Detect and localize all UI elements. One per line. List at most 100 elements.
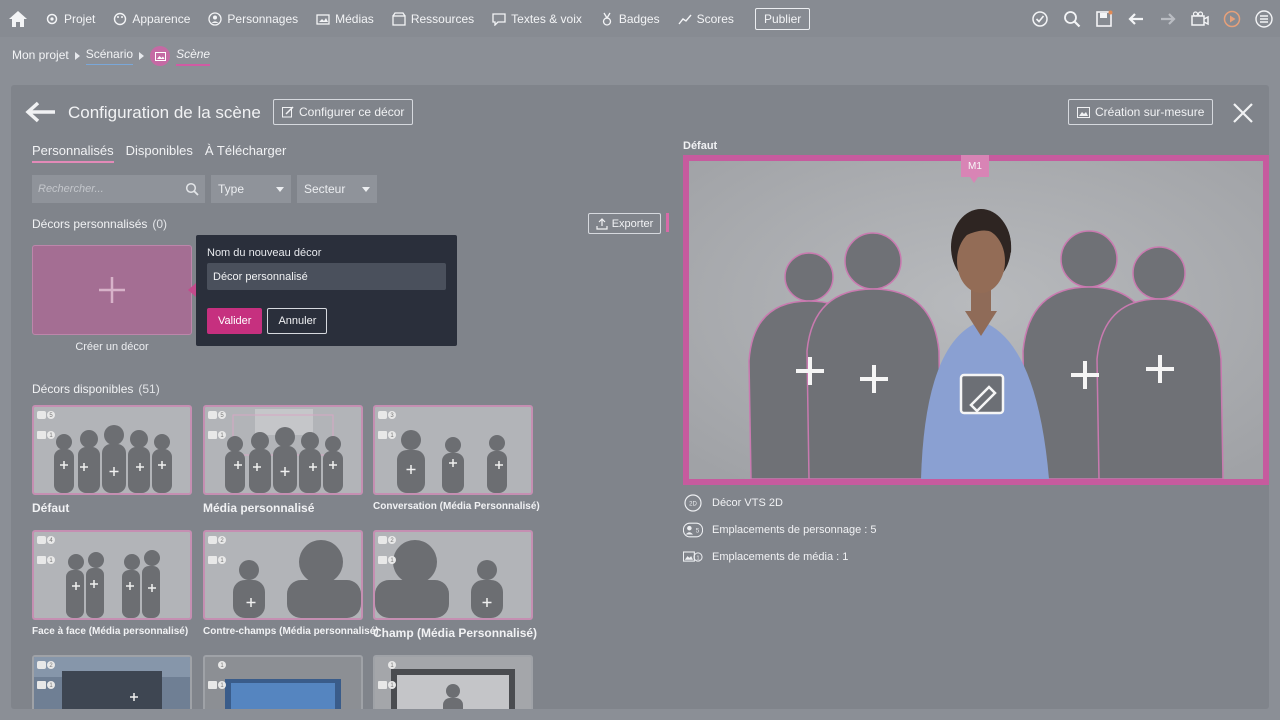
configure-decor-label: Configurer ce décor xyxy=(299,105,405,119)
nav-scores[interactable]: Scores xyxy=(669,0,743,37)
svg-text:1: 1 xyxy=(696,555,699,561)
palette-icon xyxy=(114,12,127,25)
box-icon xyxy=(392,11,406,26)
search-icon xyxy=(185,182,199,196)
export-button[interactable]: Exporter xyxy=(588,213,661,234)
scene-configuration-panel: Configuration de la scène Configurer ce … xyxy=(11,85,1269,709)
medal-icon xyxy=(602,12,612,26)
decor-card[interactable]: 51 Défaut xyxy=(32,405,192,515)
2d-icon: 2D xyxy=(683,494,703,512)
cancel-button[interactable]: Annuler xyxy=(267,308,328,334)
nav-textes-voix[interactable]: Textes & voix xyxy=(483,0,591,37)
search-placeholder: Rechercher... xyxy=(38,183,104,195)
new-decor-name-input[interactable]: Décor personnalisé xyxy=(207,263,446,290)
nav-medias[interactable]: Médias xyxy=(307,0,383,37)
custom-creation-label: Création sur-mesure xyxy=(1095,105,1205,119)
nav-apparence[interactable]: Apparence xyxy=(104,0,199,37)
decor-label: Contre-champs (Média personnalisé) xyxy=(203,626,379,637)
breadcrumb-scenario[interactable]: Scénario xyxy=(85,47,134,65)
media-slot-badge[interactable]: M1 xyxy=(961,155,989,177)
sector-select[interactable]: Secteur xyxy=(297,175,377,203)
nav-projet[interactable]: Projet xyxy=(36,0,104,37)
info-character-slots-text: Emplacements de personnage : 5 xyxy=(712,524,877,536)
breadcrumb-project[interactable]: Mon projet xyxy=(12,48,69,65)
close-icon[interactable] xyxy=(1231,101,1255,125)
tab-a-telecharger[interactable]: À Télécharger xyxy=(205,143,286,163)
create-decor-tile[interactable] xyxy=(32,245,192,335)
nav-scores-label: Scores xyxy=(696,11,734,26)
info-decor-type-text: Décor VTS 2D xyxy=(712,497,783,509)
publish-button[interactable]: Publier xyxy=(754,7,811,30)
gear-icon xyxy=(46,13,58,24)
new-decor-name-label: Nom du nouveau décor xyxy=(207,247,322,259)
sector-select-value: Secteur xyxy=(304,182,346,196)
save-icon[interactable] xyxy=(1088,0,1120,37)
nav-personnages[interactable]: Personnages xyxy=(199,0,307,37)
breadcrumb-separator-icon xyxy=(139,52,145,60)
chevron-down-icon xyxy=(362,186,370,192)
breadcrumb: Mon projet Scénario Scène xyxy=(12,44,211,68)
menu-icon[interactable] xyxy=(1248,0,1280,37)
preview-title: Défaut xyxy=(683,140,718,152)
decor-tabs: Personnalisés Disponibles À Télécharger xyxy=(32,143,286,163)
decor-card[interactable]: 31 Conversation (Média Personnalisé) xyxy=(373,405,540,512)
decor-label: Média personnalisé xyxy=(203,501,315,515)
decor-card[interactable]: 11 xyxy=(373,655,533,709)
breadcrumb-scene[interactable]: Scène xyxy=(176,47,211,66)
play-icon[interactable] xyxy=(1216,0,1248,37)
nav-badges[interactable]: Badges xyxy=(591,0,669,37)
validate-button[interactable]: Valider xyxy=(207,308,263,334)
info-character-slots: 5 Emplacements de personnage : 5 xyxy=(683,522,877,538)
new-decor-popover: Nom du nouveau décor Décor personnalisé … xyxy=(196,235,457,346)
home-icon[interactable] xyxy=(0,0,36,37)
nav-apparence-label: Apparence xyxy=(132,11,191,26)
scene-image-icon xyxy=(150,46,171,66)
scroll-indicator xyxy=(666,213,669,232)
decor-label: Défaut xyxy=(32,501,70,515)
redo-icon[interactable] xyxy=(1152,0,1184,37)
svg-text:2D: 2D xyxy=(689,502,697,508)
speech-icon xyxy=(492,12,506,26)
decor-thumbnail: 11 xyxy=(373,655,533,709)
media-icon xyxy=(316,13,330,25)
decor-card[interactable]: 51 Média personnalisé xyxy=(203,405,363,515)
undo-icon[interactable] xyxy=(1120,0,1152,37)
chart-icon xyxy=(678,14,692,24)
decor-card[interactable]: 21 Contre-champs (Média personnalisé) xyxy=(203,530,379,637)
person-icon xyxy=(208,11,223,26)
decor-card[interactable]: 21 xyxy=(32,655,192,709)
type-select[interactable]: Type xyxy=(211,175,291,203)
custom-decors-heading: Décors personnalisés (0) xyxy=(32,217,167,231)
camera-icon[interactable] xyxy=(1184,0,1216,37)
decor-card[interactable]: 41 Face à face (Média personnalisé) xyxy=(32,530,192,637)
info-decor-type: 2D Décor VTS 2D xyxy=(683,494,783,512)
decor-thumbnail: 21 xyxy=(203,530,363,620)
scene-preview: M1 xyxy=(683,155,1269,485)
search-icon[interactable] xyxy=(1056,0,1088,37)
decor-thumbnail: 21 xyxy=(373,530,533,620)
nav-personnages-label: Personnages xyxy=(227,11,299,26)
type-select-value: Type xyxy=(218,182,245,196)
available-decors-count: (51) xyxy=(138,382,160,396)
search-input[interactable]: Rechercher... xyxy=(32,175,205,203)
plus-icon xyxy=(99,277,125,303)
decor-thumbnail: 51 xyxy=(203,405,363,495)
decor-thumbnail: 51 xyxy=(32,405,192,495)
decor-thumbnail: 41 xyxy=(32,530,192,620)
tab-personnalises[interactable]: Personnalisés xyxy=(32,143,114,163)
configure-decor-button[interactable]: Configurer ce décor xyxy=(273,99,414,125)
nav-textes-voix-label: Textes & voix xyxy=(511,11,582,26)
decor-card[interactable]: 11 xyxy=(203,655,363,709)
filters-bar: Rechercher... Type Secteur xyxy=(32,175,377,203)
available-decors-title: Décors disponibles xyxy=(32,382,134,396)
check-icon[interactable] xyxy=(1024,0,1056,37)
nav-badges-label: Badges xyxy=(618,11,660,26)
decor-card[interactable]: 21 Champ (Média Personnalisé) xyxy=(373,530,538,640)
back-arrow-icon[interactable] xyxy=(25,101,57,123)
tab-disponibles[interactable]: Disponibles xyxy=(126,143,193,163)
decor-label: Champ (Média Personnalisé) xyxy=(373,626,538,640)
decor-thumbnail: 11 xyxy=(203,655,363,709)
nav-ressources[interactable]: Ressources xyxy=(383,0,483,37)
custom-creation-button[interactable]: Création sur-mesure xyxy=(1068,99,1214,125)
character-slots-icon: 5 xyxy=(683,522,703,538)
